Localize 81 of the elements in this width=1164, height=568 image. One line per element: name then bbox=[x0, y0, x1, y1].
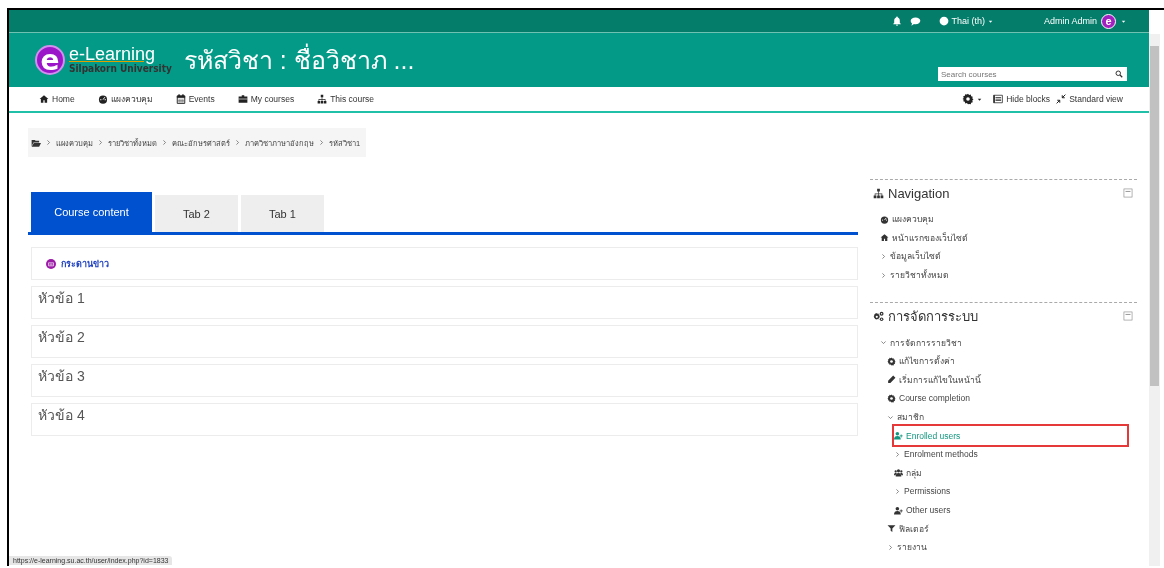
tree-link[interactable]: Course completion bbox=[899, 393, 970, 404]
filter-icon bbox=[887, 524, 896, 534]
chevron-right-icon[interactable] bbox=[234, 139, 241, 146]
tree-link[interactable]: Other users bbox=[906, 505, 951, 515]
course-title: รหัสวิชา : ชื่อวิชาภ ... bbox=[183, 40, 930, 80]
search-field[interactable]: Search courses bbox=[938, 67, 1127, 81]
tree-link[interactable]: เริ่มการแก้ไขในหน้านี้ bbox=[899, 372, 981, 387]
compress-icon bbox=[1056, 94, 1067, 104]
tree-link[interactable]: การจัดการรายวิชา bbox=[890, 335, 962, 350]
nav-link[interactable]: My courses bbox=[237, 94, 295, 104]
user-plus-icon bbox=[894, 431, 903, 441]
tree-link[interactable]: หน้าแรกของเว็บไซต์ bbox=[892, 230, 968, 245]
block-title: Navigation bbox=[888, 185, 951, 201]
section-title: หัวข้อ 3 bbox=[38, 368, 85, 384]
sitemap-icon bbox=[873, 187, 884, 199]
nav-link[interactable]: Home bbox=[39, 94, 75, 104]
tree-link[interactable]: รายวิชาทั้งหมด bbox=[890, 268, 949, 283]
chevron-right-icon[interactable] bbox=[894, 450, 901, 458]
block-title: การจัดการระบบ bbox=[888, 307, 979, 326]
tree-link[interactable]: รายงาน bbox=[897, 540, 927, 555]
chevron-down-icon[interactable] bbox=[880, 339, 887, 347]
section-title: หัวข้อ 1 bbox=[38, 290, 85, 306]
tree-link[interactable]: ฟิลเตอร์ bbox=[899, 521, 929, 536]
nav-link[interactable]: Events bbox=[175, 94, 215, 104]
gear-icon bbox=[887, 356, 896, 366]
gear-icon[interactable] bbox=[962, 93, 975, 105]
nav-link[interactable]: Hide blocks bbox=[993, 94, 1051, 104]
tree-link[interactable]: ข้อมูลเว็บไซต์ bbox=[890, 249, 941, 264]
user-plus-icon bbox=[894, 505, 903, 515]
dashboard-icon bbox=[880, 214, 889, 224]
section-title: หัวข้อ 2 bbox=[38, 329, 85, 345]
tab[interactable]: Tab 1 bbox=[240, 195, 324, 232]
tree-link[interactable]: Permissions bbox=[904, 486, 951, 497]
chevron-right-icon[interactable] bbox=[880, 253, 887, 260]
calendar-icon bbox=[175, 94, 186, 104]
tree-link[interactable]: แก้ไขการตั้งค่า bbox=[899, 354, 955, 369]
chevron-right-icon[interactable] bbox=[97, 139, 104, 146]
gears-icon bbox=[873, 310, 884, 322]
nav-link[interactable]: Standard view bbox=[1056, 94, 1123, 104]
briefcase-icon bbox=[237, 94, 248, 104]
globe-icon bbox=[939, 16, 950, 26]
tree-link[interactable]: กลุ่ม bbox=[906, 465, 922, 480]
search-icon[interactable] bbox=[1115, 70, 1123, 78]
dashboard-icon bbox=[97, 94, 108, 104]
chevron-right-icon[interactable] bbox=[318, 139, 325, 146]
chevron-right-icon[interactable] bbox=[161, 139, 168, 146]
pencil-icon bbox=[887, 375, 896, 385]
chat-icon[interactable] bbox=[910, 15, 922, 27]
chevron-right-icon[interactable] bbox=[894, 487, 901, 495]
tree-link[interactable]: แผงควบคุม bbox=[892, 212, 934, 227]
sitemap-icon bbox=[317, 94, 328, 104]
collapse-icon[interactable] bbox=[1123, 311, 1133, 322]
tab[interactable]: Course content bbox=[31, 192, 152, 232]
home-icon bbox=[39, 94, 49, 104]
scrollbar[interactable] bbox=[1149, 34, 1160, 566]
nav-link[interactable]: แผงควบคุม bbox=[97, 92, 153, 106]
tree-link[interactable]: สมาชิก bbox=[897, 410, 924, 425]
site-subtitle: Silpakorn University bbox=[69, 63, 172, 74]
tab[interactable]: Tab 2 bbox=[155, 195, 238, 232]
chevron-down-icon[interactable] bbox=[887, 413, 894, 421]
tree-link[interactable]: Enrolment methods bbox=[904, 449, 978, 460]
home-icon bbox=[880, 233, 889, 243]
chevron-right-icon[interactable] bbox=[45, 139, 52, 146]
users-icon bbox=[894, 468, 903, 478]
scrollbar-thumb[interactable] bbox=[1150, 46, 1159, 386]
language-menu[interactable]: Thai (th) bbox=[939, 16, 994, 26]
folder-icon[interactable] bbox=[31, 137, 41, 148]
logo-mark[interactable]: e bbox=[35, 45, 65, 75]
forum-icon bbox=[46, 258, 56, 269]
tree-link[interactable]: Enrolled users bbox=[906, 430, 961, 441]
forum-link[interactable]: กระดานข่าว bbox=[61, 256, 109, 271]
section-title: หัวข้อ 4 bbox=[38, 407, 85, 423]
nav-link[interactable]: This course bbox=[317, 94, 375, 104]
chevron-right-icon[interactable] bbox=[880, 271, 887, 279]
chevron-right-icon[interactable] bbox=[887, 543, 894, 551]
gear-icon bbox=[887, 393, 896, 403]
blocks-icon bbox=[993, 94, 1004, 104]
user-avatar: e bbox=[1101, 13, 1116, 29]
bell-icon[interactable] bbox=[892, 16, 903, 26]
user-menu[interactable]: Admin Admin e bbox=[1043, 13, 1127, 29]
collapse-icon[interactable] bbox=[1123, 188, 1133, 198]
